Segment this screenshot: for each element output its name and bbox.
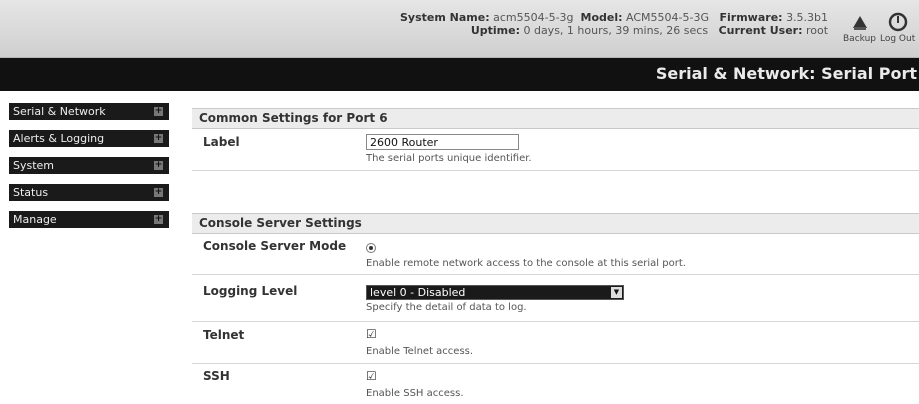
radio-selected-icon[interactable]	[366, 243, 376, 253]
label-row: Label 2600 Router The serial ports uniqu…	[192, 129, 919, 171]
system-name-value: acm5504-5-3g	[493, 11, 574, 24]
uptime-value: 0 days, 1 hours, 39 mins, 26 secs	[523, 24, 709, 37]
top-header: System Name: acm5504-5-3g Model: ACM5504…	[0, 0, 919, 58]
label-input[interactable]: 2600 Router	[366, 134, 519, 150]
plus-icon[interactable]: +	[154, 188, 163, 197]
telnet-checkbox[interactable]: ☑	[366, 327, 377, 341]
sidebar-item-label: Serial & Network	[13, 105, 106, 118]
logging-level-select-box[interactable]: level 0 - Disabled ▼	[366, 285, 624, 300]
current-user-value: root	[805, 24, 829, 37]
plus-icon[interactable]: +	[154, 134, 163, 143]
sidebar-item-label: Alerts & Logging	[13, 132, 105, 145]
backup-label: Backup	[843, 34, 876, 44]
chevron-down-icon[interactable]: ▼	[611, 287, 622, 298]
page-title-bar: Serial & Network: Serial Port	[0, 58, 919, 91]
power-icon	[880, 12, 915, 34]
ssh-hint: Enable SSH access.	[366, 388, 464, 399]
label-field-title: Label	[203, 135, 240, 149]
sidebar-item-label: System	[13, 159, 55, 172]
system-info: System Name: acm5504-5-3g Model: ACM5504…	[400, 11, 828, 37]
page-title: Serial & Network: Serial Port	[655, 64, 917, 83]
current-user-label: Current User:	[718, 24, 803, 37]
common-settings-heading: Common Settings for Port 6	[192, 108, 919, 129]
main-content: Common Settings for Port 6 Label 2600 Ro…	[192, 108, 919, 404]
logging-level-select[interactable]: level 0 - Disabled ▼	[366, 285, 624, 300]
sidebar-item-label: Manage	[13, 213, 57, 226]
plus-icon[interactable]: +	[154, 215, 163, 224]
sidebar-item-status[interactable]: Status +	[9, 184, 169, 201]
telnet-title: Telnet	[203, 328, 245, 342]
uptime-label: Uptime:	[470, 24, 520, 37]
logging-level-value: level 0 - Disabled	[370, 286, 466, 299]
plus-icon[interactable]: +	[154, 107, 163, 116]
sidebar-item-manage[interactable]: Manage +	[9, 211, 169, 228]
console-mode-hint: Enable remote network access to the cons…	[366, 258, 686, 269]
sidebar-item-serial-network[interactable]: Serial & Network +	[9, 103, 169, 120]
firmware-value: 3.5.3b1	[786, 11, 829, 24]
logging-level-hint: Specify the detail of data to log.	[366, 302, 527, 313]
sidebar: Serial & Network + Alerts & Logging + Sy…	[9, 103, 169, 238]
system-name-label: System Name:	[400, 11, 490, 24]
logout-label: Log Out	[880, 34, 916, 44]
console-mode-title: Console Server Mode	[203, 239, 347, 253]
telnet-hint: Enable Telnet access.	[366, 346, 474, 357]
label-input-value[interactable]: 2600 Router	[366, 134, 519, 150]
sidebar-item-label: Status	[13, 186, 49, 199]
ssh-checkbox[interactable]: ☑	[366, 369, 377, 383]
console-mode-radio[interactable]	[366, 243, 376, 253]
label-hint: The serial ports unique identifier.	[366, 153, 532, 164]
logging-level-row: Logging Level level 0 - Disabled ▼ Speci…	[192, 275, 919, 322]
model-value: ACM5504-5-3G	[626, 11, 710, 24]
firmware-label: Firmware:	[719, 11, 783, 24]
backup-button[interactable]: Backup	[843, 12, 876, 44]
sidebar-item-system[interactable]: System +	[9, 157, 169, 174]
ssh-title: SSH	[203, 369, 230, 383]
plus-icon[interactable]: +	[154, 161, 163, 170]
telnet-row: Telnet ☑ Enable Telnet access.	[192, 322, 919, 364]
model-label: Model:	[580, 11, 623, 24]
ssh-row: SSH ☑ Enable SSH access.	[192, 364, 919, 404]
sidebar-item-alerts-logging[interactable]: Alerts & Logging +	[9, 130, 169, 147]
logout-button[interactable]: Log Out	[880, 12, 915, 44]
console-settings-heading: Console Server Settings	[192, 213, 919, 234]
console-mode-row: Console Server Mode Enable remote networ…	[192, 234, 919, 275]
backup-icon	[843, 12, 876, 34]
logging-level-title: Logging Level	[203, 284, 298, 298]
